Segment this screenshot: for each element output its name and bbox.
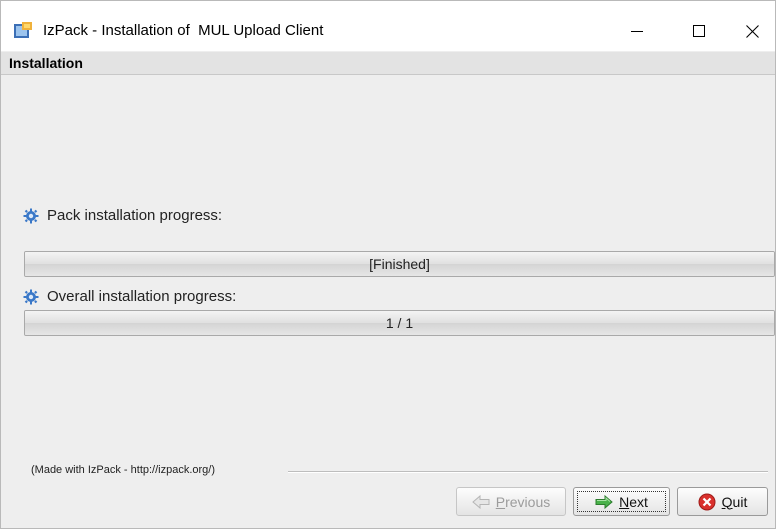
next-button[interactable]: Next xyxy=(573,487,670,516)
window-title: IzPack - Installation of MUL Upload Clie… xyxy=(43,22,324,39)
footer-separator xyxy=(288,471,768,473)
minimize-icon xyxy=(631,31,643,32)
pack-progress-label-text: Pack installation progress: xyxy=(47,207,223,224)
gear-icon xyxy=(23,289,39,304)
overall-progress-bar: 1 / 1 xyxy=(24,310,775,336)
close-circle-icon xyxy=(698,493,716,510)
pack-progress-bar: [Finished] xyxy=(24,251,775,277)
installer-window: IzPack - Installation of MUL Upload Clie… xyxy=(0,0,776,529)
close-icon xyxy=(745,24,759,38)
overall-progress-text: 1 / 1 xyxy=(385,315,414,331)
made-with-izpack-credit: (Made with IzPack - http://izpack.org/) xyxy=(31,464,216,476)
quit-button[interactable]: Quit xyxy=(677,487,768,516)
close-button[interactable] xyxy=(729,11,775,51)
gear-icon xyxy=(23,208,39,223)
overall-progress-label-text: Overall installation progress: xyxy=(47,288,237,305)
izpack-app-icon xyxy=(14,22,32,38)
minimize-button[interactable] xyxy=(614,11,660,51)
previous-button[interactable]: Previous xyxy=(456,487,566,516)
pack-progress-label: Pack installation progress: xyxy=(23,207,222,224)
maximize-icon xyxy=(693,25,705,37)
previous-button-label: Previous xyxy=(495,493,551,510)
panel-header: Installation xyxy=(1,52,775,75)
panel-title: Installation xyxy=(9,55,83,71)
focus-ring xyxy=(577,491,666,512)
pack-progress-text: [Finished] xyxy=(369,256,430,272)
overall-progress-label: Overall installation progress: xyxy=(23,288,236,305)
title-bar[interactable]: IzPack - Installation of MUL Upload Clie… xyxy=(1,1,775,51)
maximize-button[interactable] xyxy=(676,11,722,51)
arrow-left-icon xyxy=(471,494,490,509)
quit-button-label: Quit xyxy=(721,493,748,510)
